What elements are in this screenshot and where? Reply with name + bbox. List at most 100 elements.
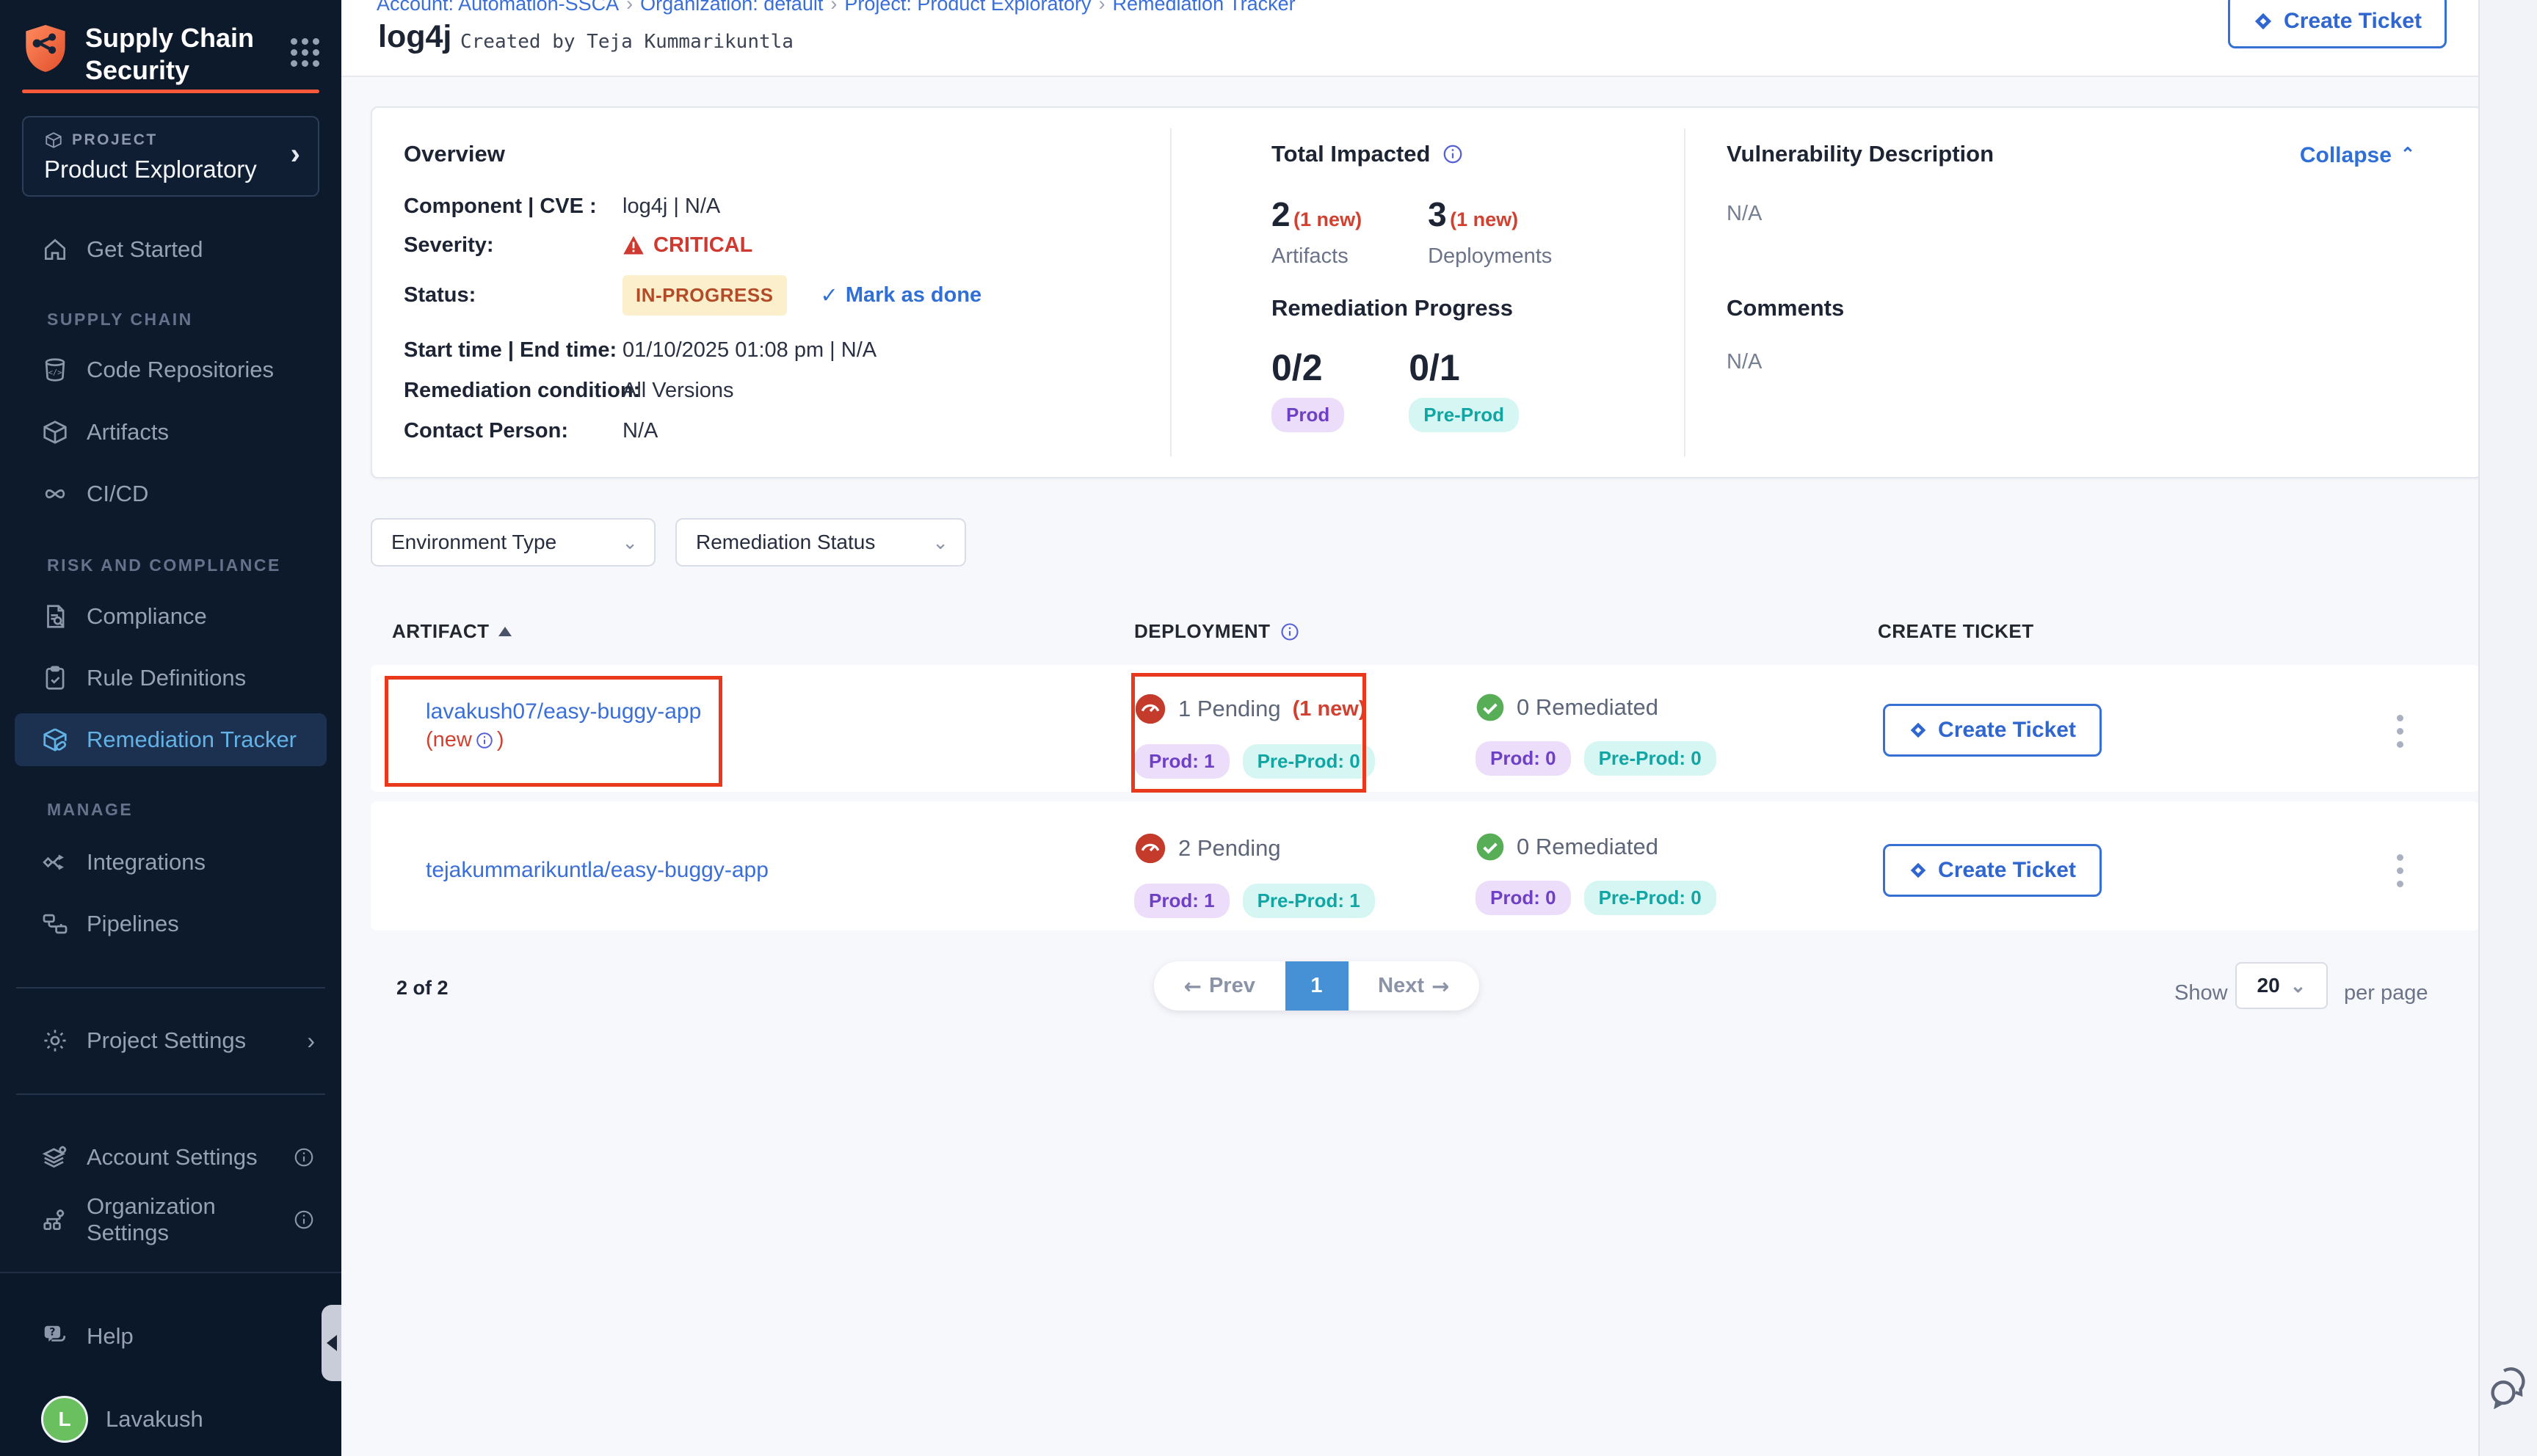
info-icon[interactable] xyxy=(293,1146,315,1168)
remediated-icon xyxy=(1476,693,1505,722)
support-chat-button[interactable] xyxy=(2487,1365,2531,1412)
deployment-cell: 2 Pending Prod: 1 Pre-Prod: 1 xyxy=(1134,832,1375,918)
chevron-down-icon: ⌄ xyxy=(622,531,638,554)
artifact-link[interactable]: lavakush07/easy-buggy-app xyxy=(426,696,701,728)
total-impacted-title: Total Impacted xyxy=(1271,141,1430,167)
info-icon[interactable] xyxy=(1442,143,1464,165)
info-icon[interactable] xyxy=(293,1209,315,1231)
environment-type-filter[interactable]: Environment Type ⌄ xyxy=(371,518,656,567)
chevron-right-icon: › xyxy=(291,138,300,171)
sidebar-item-compliance[interactable]: Compliance xyxy=(0,592,341,641)
status-label: Status: xyxy=(404,283,623,307)
column-header-create-ticket: CREATE TICKET xyxy=(1878,620,2034,643)
condition-value: All Versions xyxy=(623,379,734,403)
vulnerability-description-value: N/A xyxy=(1727,202,1762,226)
progress-prod: 0/2 Prod xyxy=(1271,346,1344,432)
comments-value: N/A xyxy=(1727,350,1762,374)
table-row: lavakush07/easy-buggy-app (new ) 1 Pendi… xyxy=(371,665,2480,792)
next-page-button[interactable]: Next → xyxy=(1349,974,1480,999)
gear-icon xyxy=(41,1027,69,1055)
sidebar-divider xyxy=(16,1093,325,1095)
sidebar-item-label: Get Started xyxy=(87,236,203,263)
deployments-count: 3 xyxy=(1428,195,1447,233)
breadcrumb-current[interactable]: Remediation Tracker xyxy=(1099,0,1296,15)
avatar: L xyxy=(41,1396,88,1443)
project-selector[interactable]: PROJECT Product Exploratory › xyxy=(22,116,319,197)
show-label: Show xyxy=(2174,981,2228,1005)
pagination-summary: 2 of 2 xyxy=(396,977,449,1000)
section-supply-chain: SUPPLY CHAIN xyxy=(47,310,193,330)
row-menu-button[interactable] xyxy=(2389,707,2411,755)
breadcrumb-account[interactable]: Account: Automation-SSCA xyxy=(377,0,619,15)
user-menu[interactable]: L Lavakush xyxy=(0,1394,341,1444)
prod-badge: Prod xyxy=(1271,398,1344,432)
brand: Supply Chain Security xyxy=(22,22,319,87)
breadcrumb-project[interactable]: Project: Product Exploratory xyxy=(830,0,1091,15)
sidebar: Supply Chain Security PROJECT Product Ex… xyxy=(0,0,341,1456)
project-name: Product Exploratory xyxy=(44,156,257,183)
page-size-select[interactable]: 20 ⌄ xyxy=(2235,962,2328,1009)
time-label: Start time | End time: xyxy=(404,338,623,363)
svg-text:?: ? xyxy=(49,1327,55,1339)
sidebar-item-get-started[interactable]: Get Started xyxy=(0,225,341,274)
sidebar-item-account-settings[interactable]: Account Settings xyxy=(0,1132,341,1182)
check-icon: ✓ xyxy=(821,283,838,307)
section-risk-and-compliance: RISK AND COMPLIANCE xyxy=(47,556,281,575)
sidebar-item-code-repositories[interactable]: </> Code Repositories xyxy=(0,345,341,395)
artifact-link[interactable]: tejakummarikuntla/easy-buggy-app xyxy=(426,854,769,887)
severity-value: CRITICAL xyxy=(653,233,752,258)
svg-text:</>: </> xyxy=(48,368,62,377)
sidebar-item-label: Account Settings xyxy=(87,1144,258,1171)
create-ticket-button[interactable]: Create Ticket xyxy=(1883,844,2102,897)
collapse-toggle[interactable]: Collapse ⌃ xyxy=(2300,143,2415,168)
page-number-button[interactable]: 1 xyxy=(1285,961,1349,1011)
deployments-label: Deployments xyxy=(1428,244,1552,269)
sidebar-item-project-settings[interactable]: Project Settings › xyxy=(0,1016,341,1066)
sidebar-item-organization-settings[interactable]: Organization Settings xyxy=(0,1195,341,1245)
sidebar-item-help[interactable]: ? Help xyxy=(0,1311,341,1361)
column-divider xyxy=(1170,128,1172,456)
sidebar-item-label: Compliance xyxy=(87,603,207,630)
info-icon[interactable] xyxy=(475,731,494,750)
prod-progress-value: 0/2 xyxy=(1271,346,1344,389)
artifact-cell: tejakummarikuntla/easy-buggy-app xyxy=(426,854,769,887)
sidebar-item-label: Organization Settings xyxy=(87,1193,275,1246)
sidebar-item-integrations[interactable]: Integrations xyxy=(0,837,341,887)
sidebar-item-remediation-tracker[interactable]: Remediation Tracker xyxy=(15,713,327,766)
ticket-diamond-icon xyxy=(2253,11,2273,32)
sidebar-item-label: Pipelines xyxy=(87,911,179,937)
help-chat-icon: ? xyxy=(41,1322,69,1350)
chevron-down-icon: ⌄ xyxy=(2290,975,2306,997)
pagination: ← Prev 1 Next → xyxy=(1154,961,1479,1011)
column-header-artifact[interactable]: ARTIFACT xyxy=(392,620,512,643)
info-icon[interactable] xyxy=(1280,622,1300,642)
apps-grid-icon[interactable] xyxy=(291,38,319,67)
row-menu-button[interactable] xyxy=(2389,847,2411,895)
prev-page-button[interactable]: ← Prev xyxy=(1154,974,1285,999)
remediated-count: 0 Remediated xyxy=(1517,694,1658,721)
breadcrumb-organization[interactable]: Organization: default xyxy=(626,0,823,15)
create-ticket-button[interactable]: Create Ticket xyxy=(1883,704,2102,757)
overview-card: Overview Component | CVE : log4j | N/A S… xyxy=(371,106,2483,478)
sidebar-item-label: Code Repositories xyxy=(87,357,274,383)
scroll-gutter xyxy=(2478,0,2537,1456)
org-gear-icon xyxy=(41,1206,69,1234)
sidebar-item-label: Artifacts xyxy=(87,419,169,445)
pending-new: (1 new) xyxy=(1293,697,1366,721)
per-page-label: per page xyxy=(2344,981,2428,1005)
remediation-status-filter[interactable]: Remediation Status ⌄ xyxy=(675,518,966,567)
sidebar-item-label: CI/CD xyxy=(87,481,148,507)
status-badge: IN-PROGRESS xyxy=(623,275,787,316)
sidebar-item-artifacts[interactable]: Artifacts xyxy=(0,407,341,457)
sidebar-item-pipelines[interactable]: Pipelines xyxy=(0,899,341,949)
create-ticket-button[interactable]: Create Ticket xyxy=(2228,0,2447,48)
mark-as-done-button[interactable]: ✓ Mark as done xyxy=(821,283,982,307)
sidebar-collapse-handle[interactable] xyxy=(322,1305,341,1381)
preprod-badge: Pre-Prod xyxy=(1409,398,1519,432)
contact-label: Contact Person: xyxy=(404,419,623,443)
sidebar-item-rule-definitions[interactable]: Rule Definitions xyxy=(0,653,341,703)
sidebar-item-cicd[interactable]: CI/CD xyxy=(0,469,341,519)
sidebar-item-label: Project Settings xyxy=(87,1027,246,1054)
component-label: Component | CVE : xyxy=(404,194,623,219)
prod-badge: Prod: 0 xyxy=(1476,741,1571,776)
